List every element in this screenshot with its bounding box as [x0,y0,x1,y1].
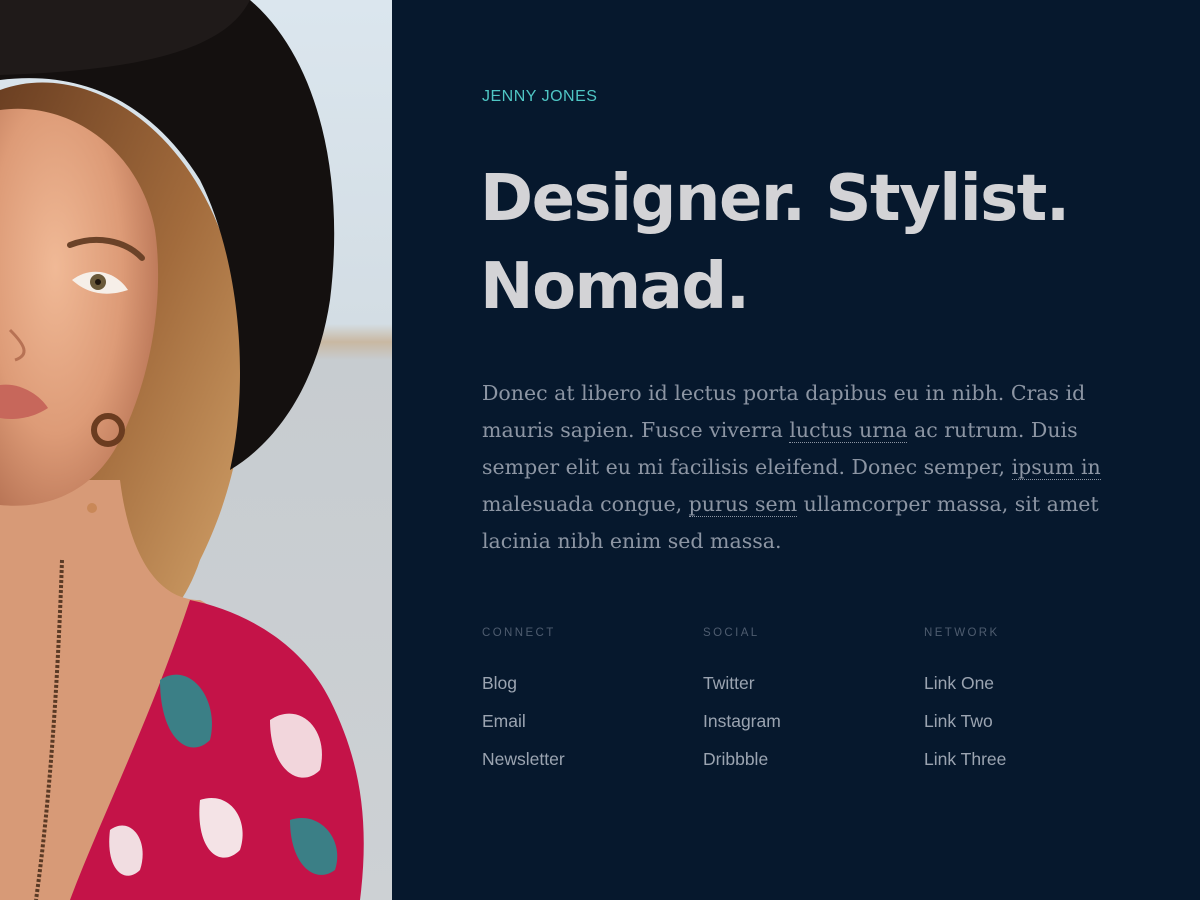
column-connect: CONNECT Blog Email Newsletter [482,627,703,787]
headline: Designer. Stylist. Nomad. [480,155,1120,331]
profile-name: JENNY JONES [482,88,598,105]
bio-link-purus-sem[interactable]: purus sem [688,492,798,517]
link-dribbble[interactable]: Dribbble [703,749,924,787]
bio-link-luctus-urna[interactable]: luctus urna [789,418,908,443]
bio-link-ipsum-in[interactable]: ipsum in [1011,455,1101,480]
headline-line-1: Designer. Stylist. [480,162,1070,236]
content-panel: JENNY JONES Designer. Stylist. Nomad. Do… [392,0,1200,900]
page: JENNY JONES Designer. Stylist. Nomad. Do… [0,0,1200,900]
link-three[interactable]: Link Three [924,749,1145,787]
link-newsletter[interactable]: Newsletter [482,749,703,787]
column-social: SOCIAL Twitter Instagram Dribbble [703,627,924,787]
column-network: NETWORK Link One Link Two Link Three [924,627,1145,787]
column-heading-network: NETWORK [924,627,1000,639]
link-instagram[interactable]: Instagram [703,711,924,749]
bio-text-3: malesuada congue, [482,492,689,516]
link-email[interactable]: Email [482,711,703,749]
link-one[interactable]: Link One [924,673,1145,711]
link-blog[interactable]: Blog [482,673,703,711]
profile-photo [0,0,392,900]
link-columns: CONNECT Blog Email Newsletter SOCIAL Twi… [482,627,1145,787]
link-twitter[interactable]: Twitter [703,673,924,711]
headline-line-2: Nomad. [480,250,750,324]
column-heading-social: SOCIAL [703,627,760,639]
link-two[interactable]: Link Two [924,711,1145,749]
column-heading-connect: CONNECT [482,627,556,639]
bio-paragraph: Donec at libero id lectus porta dapibus … [482,375,1112,560]
